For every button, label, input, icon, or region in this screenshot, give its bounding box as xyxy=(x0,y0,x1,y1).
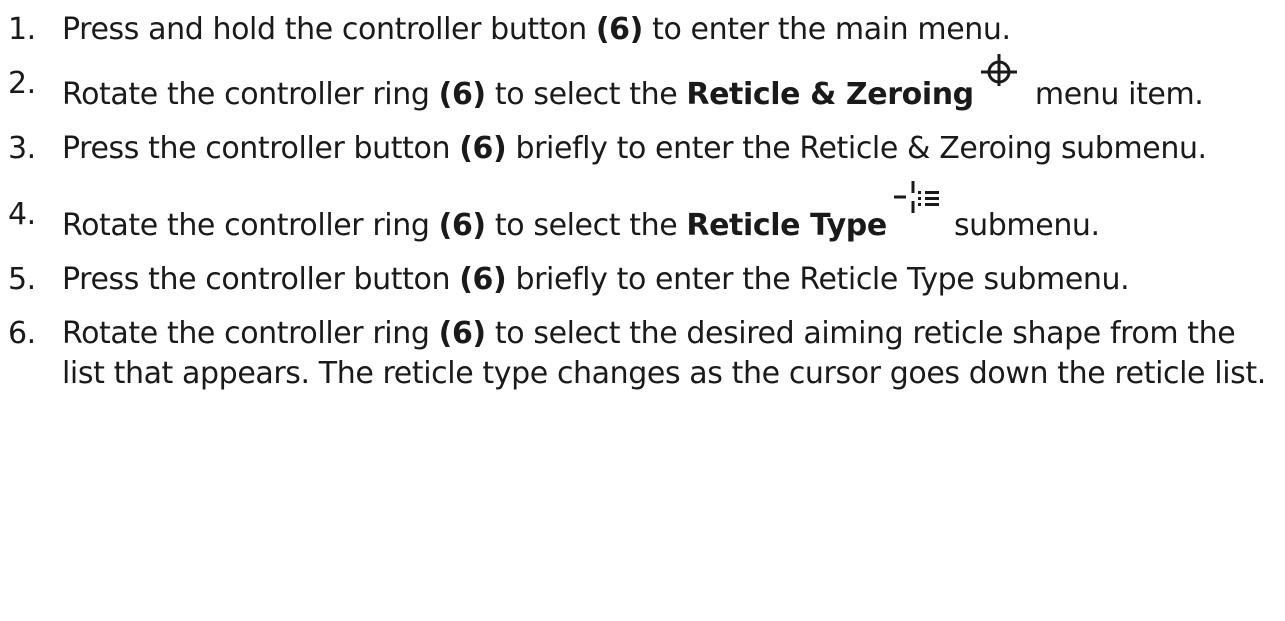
step-text: Press and hold the controller button xyxy=(62,12,596,47)
step-3: 3. Press the controller button (6) briefl… xyxy=(8,129,1283,169)
step-text: Rotate the controller ring xyxy=(62,77,439,112)
button-reference: (6) xyxy=(438,316,487,351)
menu-item-name: Reticle & Zeroing xyxy=(686,77,974,112)
step-6: 6. Rotate the controller ring (6) to sele… xyxy=(8,314,1283,394)
step-4: 4. Rotate the controller ring (6) to sele… xyxy=(8,181,1283,246)
step-text: to select the xyxy=(485,208,687,243)
step-text: to enter the main menu. xyxy=(642,12,1011,47)
button-reference: (6) xyxy=(595,12,644,47)
step-text: Rotate the controller ring xyxy=(62,208,439,243)
button-reference: (6) xyxy=(459,262,507,297)
step-number: 2. xyxy=(8,66,36,101)
submenu-name: Reticle Type xyxy=(686,208,887,243)
step-number: 3. xyxy=(8,131,36,166)
step-text: menu item. xyxy=(1025,77,1204,112)
step-2: 2. Rotate the controller ring (6) to sele… xyxy=(8,54,1283,115)
button-reference: (6) xyxy=(438,77,487,112)
step-number: 6. xyxy=(8,316,36,351)
instruction-page: 1. Press and hold the controller button (… xyxy=(0,0,1285,621)
step-1: 1. Press and hold the controller button (… xyxy=(8,10,1283,50)
step-text: briefly to enter the Reticle & Zeroing s… xyxy=(506,131,1207,166)
step-number: 1. xyxy=(8,12,36,47)
button-reference: (6) xyxy=(459,131,507,166)
step-number: 4. xyxy=(8,197,36,232)
step-text: Rotate the controller ring xyxy=(62,316,439,351)
instruction-steps-list: 1. Press and hold the controller button (… xyxy=(8,10,1283,408)
step-text: to select the xyxy=(485,77,687,112)
reticle-type-icon xyxy=(891,177,943,217)
step-text: Press the controller button xyxy=(62,131,460,166)
step-text: briefly to enter the Reticle Type submen… xyxy=(506,262,1130,297)
crosshair-icon xyxy=(978,50,1020,90)
step-5: 5. Press the controller button (6) briefl… xyxy=(8,260,1283,300)
step-text: submenu. xyxy=(944,208,1100,243)
button-reference: (6) xyxy=(438,208,487,243)
step-text: Press the controller button xyxy=(62,262,460,297)
step-number: 5. xyxy=(8,262,36,297)
